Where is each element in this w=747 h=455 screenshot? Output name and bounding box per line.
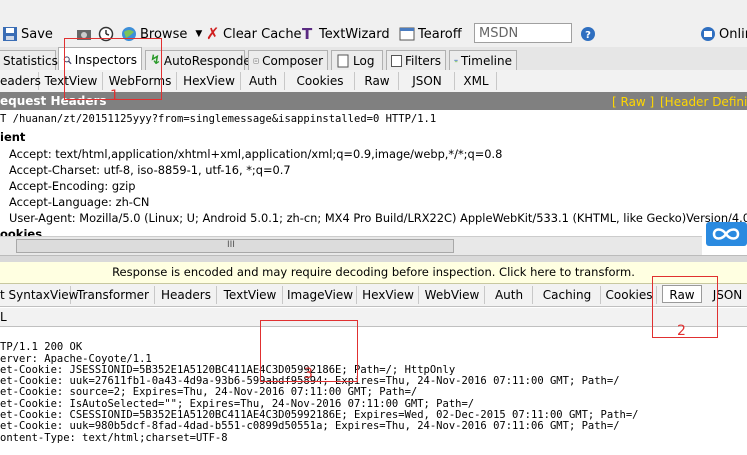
clear-cache-icon: ✗	[206, 24, 220, 43]
response-inspector-tabs: t SyntaxView Transformer Headers TextVie…	[0, 284, 747, 307]
log-icon	[337, 54, 349, 67]
header-definitions-link[interactable]: [Header Definiti	[660, 95, 747, 109]
clear-cache-button[interactable]: ✗ Clear Cache	[206, 24, 302, 44]
help-icon: ?	[581, 27, 595, 41]
req-tab-xml[interactable]: XML	[456, 72, 497, 90]
header-accept-charset: Accept-Charset: utf-8, iso-8859-1, utf-1…	[9, 163, 291, 177]
tab-log[interactable]: Log	[331, 50, 383, 70]
horizontal-scrollbar[interactable]: III	[0, 236, 702, 255]
online-button[interactable]: Onlin	[700, 24, 747, 44]
resp-tab-syntaxview[interactable]: t SyntaxView	[0, 286, 78, 304]
annotation-number-3: 3	[304, 366, 313, 382]
save-button[interactable]: Save	[2, 24, 53, 44]
scroll-grip: III	[227, 240, 235, 250]
tearoff-button[interactable]: Tearoff	[399, 24, 462, 44]
cloud-sync-icon[interactable]	[706, 222, 747, 246]
textwizard-label: TextWizard	[319, 26, 390, 42]
tab-log-label: Log	[353, 53, 375, 68]
header-accept-language: Accept-Language: zh-CN	[9, 195, 150, 209]
resp-tab-imageview[interactable]: ImageView	[284, 286, 357, 304]
header-accept: Accept: text/html,application/xhtml+xml,…	[9, 147, 503, 161]
textwizard-button[interactable]: T TextWizard	[302, 24, 390, 44]
filters-checkbox-icon	[391, 54, 403, 67]
tab-autoresponder-label: AutoResponder	[163, 53, 256, 68]
annotation-number-1: 1	[110, 88, 119, 104]
resp-tab-headers[interactable]: Headers	[156, 286, 217, 304]
raw-line: et-Cookie: uuk=980b5dcf-8fad-4dad-b551-c…	[0, 420, 620, 433]
tearoff-icon	[399, 27, 415, 41]
resp-tab-cookies[interactable]: Cookies	[602, 286, 657, 304]
clear-cache-label: Clear Cache	[223, 26, 302, 42]
req-tab-json[interactable]: JSON	[400, 72, 455, 90]
response-tabs-row2: L	[0, 308, 747, 327]
tab-timeline[interactable]: Timeline	[449, 50, 517, 70]
tab-composer-label: Composer	[262, 53, 323, 68]
infinity-icon	[712, 228, 740, 240]
header-user-agent: User-Agent: Mozilla/5.0 (Linux; U; Andro…	[9, 211, 747, 225]
save-icon	[3, 27, 17, 41]
resp-tab-xml[interactable]: L	[0, 310, 7, 324]
request-line: T /huanan/zt/20151125yyy?from=singlemess…	[0, 113, 437, 125]
tab-statistics[interactable]: Statistics	[0, 50, 58, 70]
header-accept-encoding: Accept-Encoding: gzip	[9, 179, 136, 193]
req-tab-hexview[interactable]: HexView	[178, 72, 241, 90]
raw-link[interactable]: [ Raw ]	[612, 95, 654, 109]
tab-timeline-label: Timeline	[460, 53, 512, 68]
timeline-icon	[454, 59, 458, 62]
online-icon	[701, 27, 715, 41]
raw-line: ontent-Type: text/html;charset=UTF-8	[0, 431, 228, 444]
tearoff-label: Tearoff	[418, 26, 462, 42]
resp-tab-hexview[interactable]: HexView	[358, 286, 419, 304]
tab-filters-label: Filters	[405, 53, 441, 68]
msdn-search-input[interactable]: MSDN Search...	[474, 23, 572, 61]
req-tab-auth[interactable]: Auth	[242, 72, 285, 90]
resp-tab-transformer[interactable]: Transformer	[72, 286, 155, 304]
text-wizard-icon: T	[302, 25, 313, 43]
resp-tab-webview[interactable]: WebView	[420, 286, 485, 304]
resp-tab-caching[interactable]: Caching	[534, 286, 601, 304]
dropdown-arrow-icon: ▼	[195, 29, 203, 39]
tab-filters[interactable]: Filters	[386, 50, 446, 70]
composer-icon	[253, 58, 259, 63]
online-label: Onlin	[719, 26, 747, 42]
group-client: ient	[0, 130, 26, 144]
req-tab-cookies[interactable]: Cookies	[286, 72, 355, 90]
save-label: Save	[21, 26, 53, 42]
help-button[interactable]: ?	[580, 24, 599, 44]
group-cookies: ookies	[0, 227, 43, 236]
decode-notice[interactable]: Response is encoded and may require deco…	[0, 262, 747, 284]
annotation-number-2: 2	[677, 323, 686, 339]
resp-tab-auth[interactable]: Auth	[486, 286, 533, 304]
scrollbar-thumb[interactable]: III	[16, 239, 454, 253]
req-tab-raw[interactable]: Raw	[356, 72, 399, 90]
tab-composer[interactable]: Composer	[248, 50, 328, 70]
tab-statistics-label: Statistics	[3, 53, 58, 68]
resp-tab-textview[interactable]: TextView	[218, 286, 283, 304]
svg-text:?: ?	[585, 30, 591, 41]
req-tab-headers[interactable]: eaders	[0, 72, 41, 90]
